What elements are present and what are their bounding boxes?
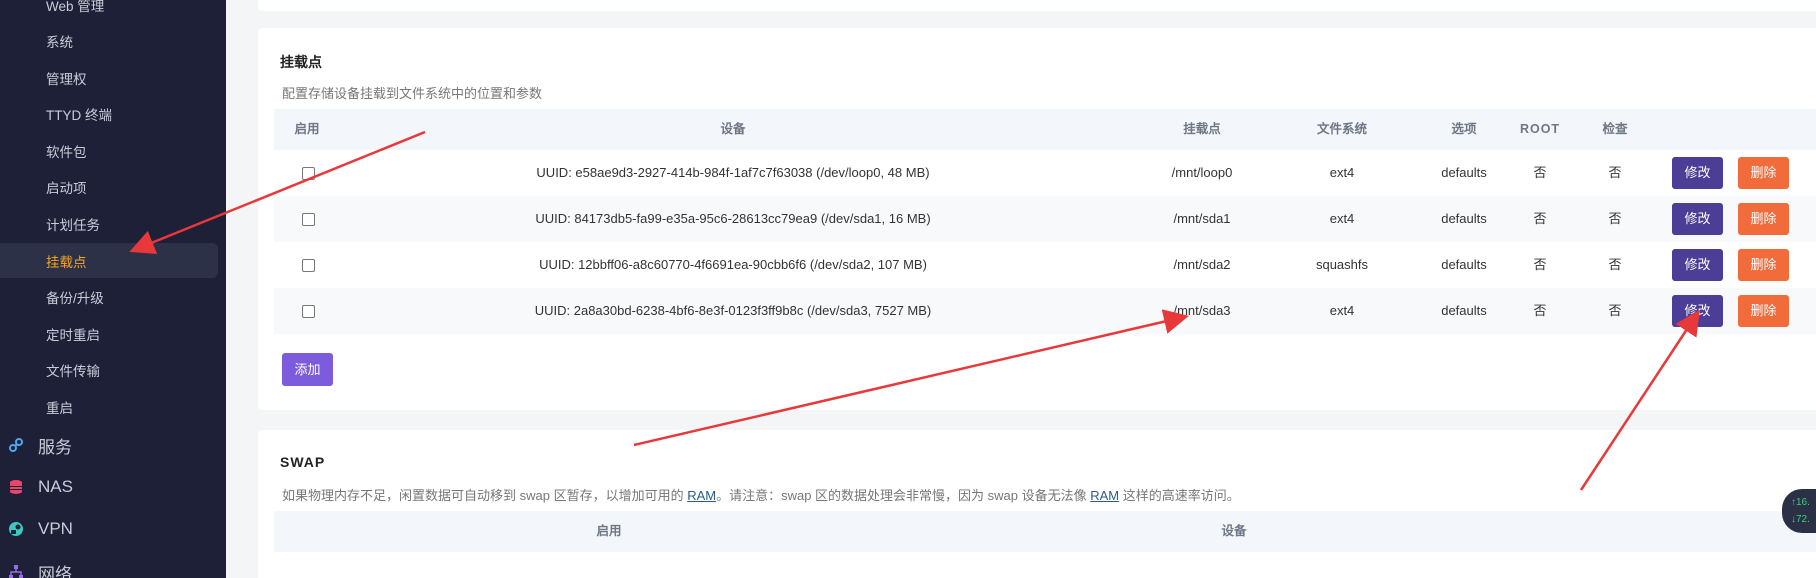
filesystem-cell: ext4 (1329, 303, 1355, 318)
sidebar-item-admin-rights[interactable]: 管理权 (46, 68, 87, 88)
edit-button[interactable]: 修改 (1672, 249, 1723, 281)
sidebar-item-mount-points[interactable]: 挂载点 (46, 251, 87, 271)
th-filesystem: 文件系统 (1316, 122, 1368, 136)
check-cell: 否 (1608, 165, 1622, 180)
sidebar-menu-network-label: 网络 (38, 564, 72, 578)
ram-link[interactable]: RAM (1090, 488, 1119, 503)
sidebar-item-backup[interactable]: 备份/升级 (46, 287, 104, 307)
check-cell: 否 (1608, 211, 1622, 226)
mountpoint-cell: /mnt/sda2 (1173, 257, 1231, 272)
sidebar-item-web-admin[interactable]: Web 管理 (46, 0, 104, 15)
mount-table-header: 启用 设备 挂载点 文件系统 选项 ROOT 检查 (274, 109, 1816, 150)
sidebar-menu-services[interactable]: 服务 (8, 433, 72, 457)
root-cell: 否 (1533, 257, 1547, 272)
th-swap-enabled: 启用 (596, 524, 622, 538)
swap-description: 如果物理内存不足，闲置数据可自动移到 swap 区暂存，以增加可用的 RAM。请… (282, 485, 1240, 504)
mountpoint-cell: /mnt/sda3 (1173, 303, 1231, 318)
delete-button[interactable]: 删除 (1738, 157, 1789, 189)
th-swap-device: 设备 (1221, 524, 1247, 538)
filesystem-cell: squashfs (1315, 257, 1369, 272)
sidebar-menu-nas-label: NAS (38, 477, 73, 496)
check-cell: 否 (1608, 257, 1622, 272)
swap-desc-text-3: 这样的高速率访问。 (1119, 488, 1240, 503)
sidebar-menu-vpn[interactable]: VPN (8, 517, 73, 541)
enable-checkbox[interactable] (302, 213, 315, 226)
add-mount-button[interactable]: 添加 (282, 353, 333, 386)
swap-desc-text-1: 如果物理内存不足，闲置数据可自动移到 swap 区暂存，以增加可用的 (282, 488, 688, 503)
network-icon (8, 564, 24, 578)
sidebar-item-reboot[interactable]: 重启 (46, 397, 73, 417)
mountpoint-cell: /mnt/sda1 (1173, 211, 1231, 226)
sidebar-active-highlight (0, 243, 218, 278)
device-cell: UUID: 84173db5-fa99-e35a-95c6-28613cc79e… (535, 211, 931, 226)
root-cell: 否 (1533, 211, 1547, 226)
sidebar-item-scheduled-tasks[interactable]: 计划任务 (46, 214, 100, 234)
root-cell: 否 (1533, 303, 1547, 318)
swap-desc-text-2: 。请注意：swap 区的数据处理会非常慢，因为 swap 设备无法像 (716, 488, 1091, 503)
th-device: 设备 (720, 122, 746, 136)
mountpoint-cell: /mnt/loop0 (1171, 165, 1233, 180)
th-enabled: 启用 (294, 122, 320, 136)
sidebar-item-startup[interactable]: 启动项 (46, 177, 87, 197)
enable-checkbox[interactable] (302, 259, 315, 272)
check-cell: 否 (1608, 303, 1622, 318)
edit-button[interactable]: 修改 (1672, 157, 1723, 189)
mount-points-title: 挂载点 (280, 54, 322, 70)
options-cell: defaults (1441, 211, 1487, 226)
options-cell: defaults (1441, 165, 1487, 180)
upload-speed: ↑16. (1791, 497, 1810, 508)
mount-points-section: 挂载点 配置存储设备挂载到文件系统中的位置和参数 启用 设备 挂载点 文件系统 … (258, 28, 1816, 410)
ram-link[interactable]: RAM (687, 488, 716, 503)
swap-section: SWAP 如果物理内存不足，闲置数据可自动移到 swap 区暂存，以增加可用的 … (258, 430, 1816, 578)
edit-button[interactable]: 修改 (1672, 295, 1723, 327)
network-speed-widget[interactable]: ↑16. ↓72. (1782, 489, 1816, 533)
vpn-icon (8, 521, 24, 537)
sidebar-menu-vpn-label: VPN (38, 519, 73, 538)
enable-checkbox[interactable] (302, 305, 315, 318)
mount-points-description: 配置存储设备挂载到文件系统中的位置和参数 (282, 86, 543, 101)
edit-button[interactable]: 修改 (1672, 203, 1723, 235)
th-root: ROOT (1519, 122, 1561, 136)
delete-button[interactable]: 删除 (1738, 295, 1789, 327)
sidebar-item-timed-reboot[interactable]: 定时重启 (46, 324, 100, 344)
table-row: UUID: 2a8a30bd-6238-4bf6-8e3f-0123f3ff9b… (274, 288, 1816, 334)
table-row: UUID: 12bbff06-a8c60770-4f6691ea-90cbb6f… (274, 242, 1816, 288)
filesystem-cell: ext4 (1329, 165, 1355, 180)
device-cell: UUID: 12bbff06-a8c60770-4f6691ea-90cbb6f… (539, 257, 927, 272)
download-speed: ↓72. (1791, 514, 1810, 525)
database-icon (8, 479, 24, 495)
table-row: UUID: e58ae9d3-2927-414b-984f-1af7c7f630… (274, 150, 1816, 196)
sidebar: Web 管理 系统 管理权 TTYD 终端 软件包 启动项 计划任务 挂载点 备… (0, 0, 226, 578)
device-cell: UUID: e58ae9d3-2927-414b-984f-1af7c7f630… (536, 165, 930, 180)
sidebar-item-file-transfer[interactable]: 文件传输 (46, 360, 100, 380)
previous-section-card (258, 0, 1816, 11)
sidebar-item-packages[interactable]: 软件包 (46, 141, 87, 161)
filesystem-cell: ext4 (1329, 211, 1355, 226)
th-mountpoint: 挂载点 (1183, 122, 1221, 136)
sidebar-menu-network[interactable]: 网络 (8, 560, 72, 578)
sidebar-menu-nas[interactable]: NAS (8, 475, 73, 499)
services-icon (8, 437, 24, 453)
options-cell: defaults (1441, 257, 1487, 272)
th-check: 检查 (1602, 122, 1628, 136)
sidebar-menu-services-label: 服务 (38, 437, 72, 457)
device-cell: UUID: 2a8a30bd-6238-4bf6-8e3f-0123f3ff9b… (534, 303, 932, 318)
sidebar-item-ttyd[interactable]: TTYD 终端 (46, 104, 112, 124)
options-cell: defaults (1441, 303, 1487, 318)
sidebar-item-system[interactable]: 系统 (46, 31, 73, 51)
enable-checkbox[interactable] (302, 167, 315, 180)
delete-button[interactable]: 删除 (1738, 203, 1789, 235)
delete-button[interactable]: 删除 (1738, 249, 1789, 281)
root-cell: 否 (1533, 165, 1547, 180)
swap-title: SWAP (280, 454, 326, 470)
swap-table-header: 启用 设备 (274, 511, 1816, 552)
th-options: 选项 (1451, 122, 1477, 136)
table-row: UUID: 84173db5-fa99-e35a-95c6-28613cc79e… (274, 196, 1816, 242)
